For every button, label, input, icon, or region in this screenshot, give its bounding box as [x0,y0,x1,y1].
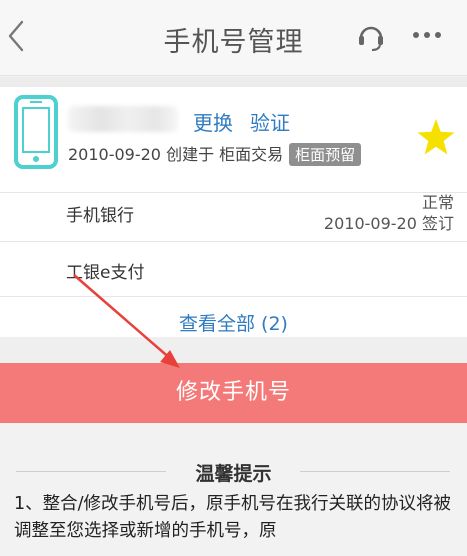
created-info: 2010-09-20 创建于 柜面交易 柜面预留 [68,141,362,166]
service-signed-date: 2010-09-20 签订 [324,210,454,234]
page-title: 手机号管理 [163,27,304,58]
verify-phone-link[interactable]: 验证 [250,107,290,136]
support-button[interactable] [355,20,387,52]
header-bar: 手机号管理 [0,0,467,76]
change-phone-link[interactable]: 更换 [193,107,233,136]
masked-phone-number [68,106,178,132]
headset-icon [359,26,383,51]
phone-card: 更换 验证 2010-09-20 创建于 柜面交易 柜面预留 手机银行 正常 20… [0,87,467,337]
service-label: 手机银行 [66,206,134,226]
modify-phone-button[interactable]: 修改手机号 [0,363,467,423]
service-status-note: 签订 [421,214,454,233]
view-all-link[interactable]: 查看全部 (2) [0,309,467,336]
section-gap [0,337,467,363]
tips-section: 温馨提示 1、整合/修改手机号后，原手机号在我行关联的协议将被调整至您选择或新增… [0,423,467,556]
mobile-phone-icon [14,95,58,169]
service-label: 工银e支付 [66,263,145,283]
divider [0,296,467,297]
tips-text: 1、整合/修改手机号后，原手机号在我行关联的协议将被调整至您选择或新增的手机号，… [14,494,452,541]
divider [300,471,450,472]
more-button[interactable] [410,22,444,48]
section-gap [0,77,467,87]
created-text: 2010-09-20 创建于 柜面交易 [68,145,284,164]
service-date: 2010-09-20 [323,214,417,233]
tips-title: 温馨提示 [195,463,272,485]
counter-reserved-badge: 柜面预留 [289,143,362,166]
star-icon[interactable] [416,117,456,157]
more-dots-icon [413,32,441,38]
